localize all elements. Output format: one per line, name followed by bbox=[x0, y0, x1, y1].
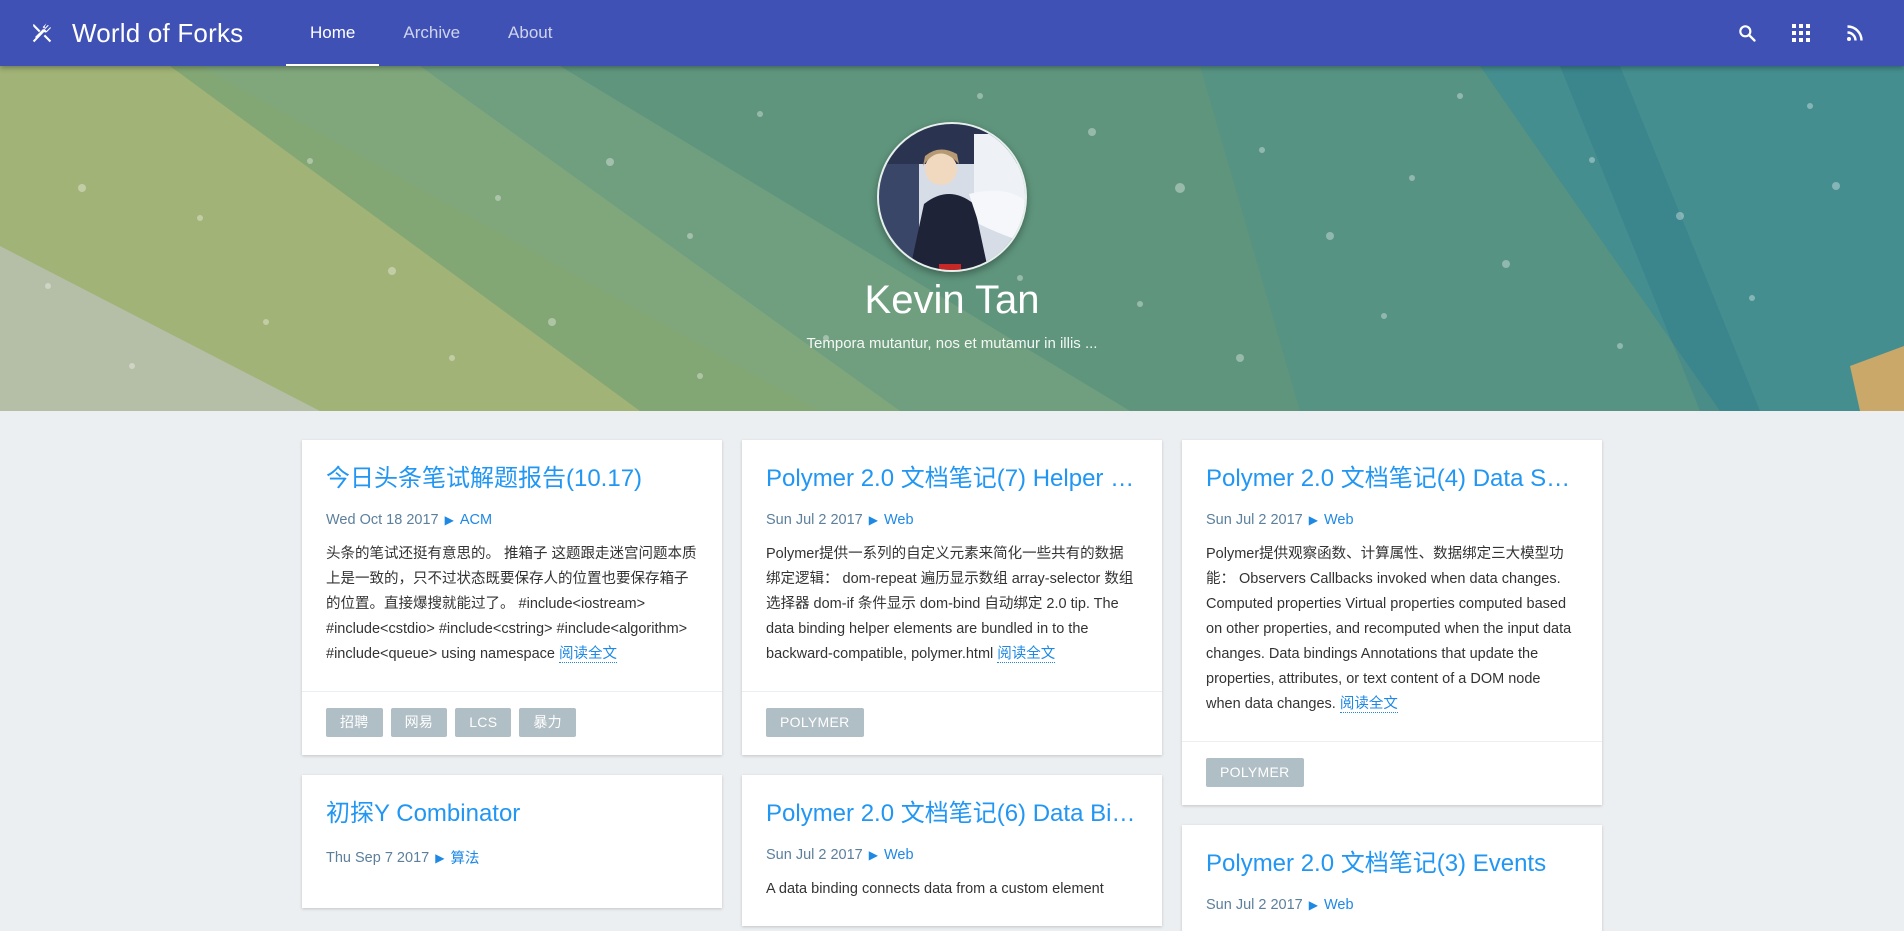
profile-tagline: Tempora mutantur, nos et mutamur in illi… bbox=[806, 335, 1098, 352]
post-tags: POLYMER bbox=[742, 691, 1162, 755]
post-card: Polymer 2.0 文档笔记(4) Data System Sun Jul … bbox=[1182, 440, 1602, 805]
post-date: Sun Jul 2 2017 bbox=[766, 512, 863, 528]
fork-knife-icon bbox=[28, 19, 56, 47]
post-title[interactable]: 初探Y Combinator bbox=[326, 797, 698, 831]
nav-archive[interactable]: Archive bbox=[379, 0, 484, 66]
profile-name: Kevin Tan bbox=[864, 278, 1040, 322]
post-category[interactable]: Web bbox=[1324, 897, 1354, 913]
post-excerpt-text: 头条的笔试还挺有意思的。 推箱子 这题跟走迷宫问题本质上是一致的，只不过状态既要… bbox=[326, 546, 697, 662]
post-column-2: Polymer 2.0 文档笔记(7) Helper Elements Sun … bbox=[742, 440, 1162, 931]
post-category[interactable]: 算法 bbox=[450, 847, 479, 868]
nav-home[interactable]: Home bbox=[286, 0, 380, 66]
post-date: Sun Jul 2 2017 bbox=[1206, 512, 1303, 528]
post-card: 今日头条笔试解题报告(10.17) Wed Oct 18 2017 ▶ ACM … bbox=[302, 440, 722, 755]
triangle-right-icon: ▶ bbox=[868, 848, 878, 862]
main-nav: Home Archive About bbox=[286, 0, 576, 66]
tag-chip[interactable]: 网易 bbox=[390, 708, 448, 737]
post-tags: 招聘 网易 LCS 暴力 bbox=[302, 691, 722, 755]
search-button[interactable] bbox=[1720, 6, 1774, 60]
triangle-right-icon: ▶ bbox=[868, 513, 878, 527]
avatar[interactable] bbox=[877, 122, 1027, 272]
tag-chip[interactable]: 招聘 bbox=[326, 708, 383, 737]
post-excerpt-text: Polymer提供一系列的自定义元素来简化一些共有的数据绑定逻辑： dom-re… bbox=[766, 546, 1134, 662]
triangle-right-icon: ▶ bbox=[1308, 513, 1318, 527]
post-card: 初探Y Combinator Thu Sep 7 2017 ▶ 算法 bbox=[302, 775, 722, 908]
read-more-link[interactable]: 阅读全文 bbox=[997, 646, 1056, 663]
tag-chip[interactable]: POLYMER bbox=[766, 708, 864, 737]
post-excerpt: Polymer提供一系列的自定义元素来简化一些共有的数据绑定逻辑： dom-re… bbox=[766, 542, 1138, 667]
post-category[interactable]: ACM bbox=[460, 512, 492, 528]
post-date: Sun Jul 2 2017 bbox=[1206, 897, 1303, 913]
post-date: Sun Jul 2 2017 bbox=[766, 847, 863, 863]
rss-icon bbox=[1847, 25, 1863, 41]
post-category[interactable]: Web bbox=[1324, 512, 1354, 528]
profile-hero: Kevin Tan Tempora mutantur, nos et mutam… bbox=[0, 66, 1904, 411]
post-title[interactable]: Polymer 2.0 文档笔记(7) Helper Elements bbox=[766, 462, 1138, 496]
triangle-right-icon: ▶ bbox=[1308, 898, 1318, 912]
post-date: Wed Oct 18 2017 bbox=[326, 512, 439, 528]
post-category[interactable]: Web bbox=[884, 847, 914, 863]
post-card: Polymer 2.0 文档笔记(3) Events Sun Jul 2 201… bbox=[1182, 825, 1602, 931]
site-title: World of Forks bbox=[72, 17, 244, 48]
post-meta: Sun Jul 2 2017 ▶ Web bbox=[766, 847, 1138, 863]
post-meta: Sun Jul 2 2017 ▶ Web bbox=[1206, 512, 1578, 528]
rss-button[interactable] bbox=[1828, 6, 1882, 60]
triangle-right-icon: ▶ bbox=[435, 850, 445, 865]
post-excerpt: A data binding connects data from a cust… bbox=[766, 877, 1138, 902]
post-excerpt-text: A data binding connects data from a cust… bbox=[766, 881, 1104, 897]
tag-chip[interactable]: POLYMER bbox=[1206, 758, 1304, 787]
post-date: Thu Sep 7 2017 bbox=[326, 849, 430, 866]
post-card: Polymer 2.0 文档笔记(7) Helper Elements Sun … bbox=[742, 440, 1162, 755]
post-excerpt-text: Polymer提供观察函数、计算属性、数据绑定三大模型功能： Observers… bbox=[1206, 546, 1572, 712]
post-meta: Sun Jul 2 2017 ▶ Web bbox=[766, 512, 1138, 528]
post-column-3: Polymer 2.0 文档笔记(4) Data System Sun Jul … bbox=[1182, 440, 1602, 931]
tag-chip[interactable]: LCS bbox=[455, 708, 512, 737]
read-more-link[interactable]: 阅读全文 bbox=[559, 646, 617, 663]
brand[interactable]: World of Forks bbox=[28, 0, 243, 66]
apps-button[interactable] bbox=[1774, 6, 1828, 60]
post-card: Polymer 2.0 文档笔记(6) Data Binding Sun Jul… bbox=[742, 775, 1162, 926]
post-meta: Wed Oct 18 2017 ▶ ACM bbox=[326, 512, 698, 528]
post-tags: POLYMER bbox=[1182, 741, 1602, 805]
nav-about[interactable]: About bbox=[484, 0, 576, 66]
post-excerpt: Polymer提供观察函数、计算属性、数据绑定三大模型功能： Observers… bbox=[1206, 542, 1578, 717]
post-title[interactable]: Polymer 2.0 文档笔记(3) Events bbox=[1206, 847, 1578, 881]
post-excerpt: 头条的笔试还挺有意思的。 推箱子 这题跟走迷宫问题本质上是一致的，只不过状态既要… bbox=[326, 542, 698, 667]
apps-grid-icon bbox=[1792, 24, 1810, 42]
post-meta: Sun Jul 2 2017 ▶ Web bbox=[1206, 897, 1578, 913]
post-category[interactable]: Web bbox=[884, 512, 914, 528]
post-column-1: 今日头条笔试解题报告(10.17) Wed Oct 18 2017 ▶ ACM … bbox=[302, 440, 722, 928]
post-title[interactable]: Polymer 2.0 文档笔记(4) Data System bbox=[1206, 462, 1578, 496]
tag-chip[interactable]: 暴力 bbox=[519, 708, 576, 737]
triangle-right-icon: ▶ bbox=[444, 513, 454, 527]
post-title[interactable]: 今日头条笔试解题报告(10.17) bbox=[326, 462, 698, 496]
search-icon bbox=[1739, 25, 1756, 42]
toolbar-actions bbox=[1720, 0, 1882, 66]
post-title[interactable]: Polymer 2.0 文档笔记(6) Data Binding bbox=[766, 797, 1138, 831]
post-meta: Thu Sep 7 2017 ▶ 算法 bbox=[326, 847, 698, 868]
top-app-bar: World of Forks Home Archive About bbox=[0, 0, 1904, 66]
read-more-link[interactable]: 阅读全文 bbox=[1339, 696, 1398, 713]
